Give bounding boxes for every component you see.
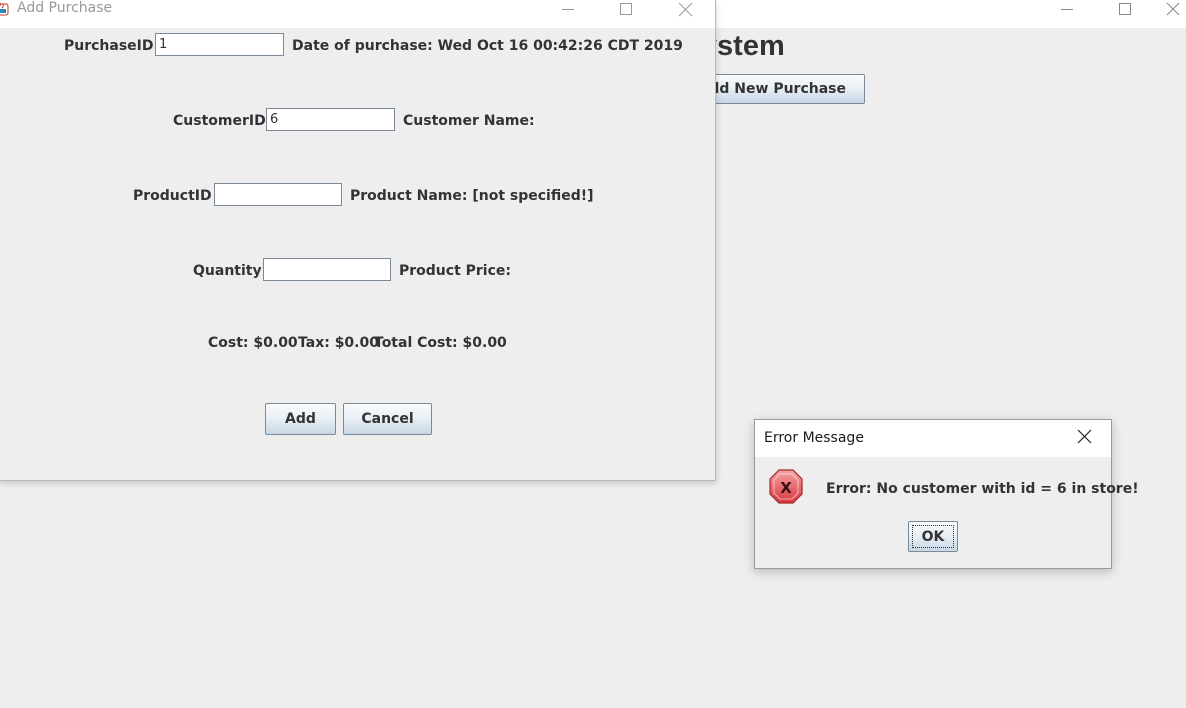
close-icon: [678, 2, 692, 16]
product-id-label: ProductID: [133, 188, 212, 204]
total-cost-label: Total Cost: $0.00: [374, 335, 507, 351]
error-dialog-title: Error Message: [764, 430, 864, 446]
error-dialog-titlebar: Error Message: [755, 420, 1111, 457]
quantity-label: Quantity: [193, 263, 262, 279]
ok-button[interactable]: OK: [908, 521, 958, 552]
date-of-purchase-label: Date of purchase: Wed Oct 16 00:42:26 CD…: [292, 38, 683, 54]
cancel-button[interactable]: Cancel: [343, 403, 432, 435]
quantity-field[interactable]: [263, 258, 391, 281]
main-minimize-button[interactable]: [1044, 0, 1090, 18]
product-price-label: Product Price:: [399, 263, 511, 279]
maximize-icon: [620, 3, 632, 15]
dialog-minimize-button[interactable]: [545, 0, 591, 18]
minimize-icon: [1061, 9, 1073, 10]
main-close-button[interactable]: [1160, 0, 1186, 18]
add-purchase-dialog: Add Purchase PurchaseID Date of purchase…: [0, 0, 716, 481]
close-icon[interactable]: [1077, 429, 1092, 444]
svg-text:X: X: [780, 479, 792, 497]
customer-name-label: Customer Name:: [403, 113, 535, 129]
purchase-id-field[interactable]: [155, 33, 284, 56]
add-purchase-title: Add Purchase: [17, 0, 113, 16]
product-name-label: Product Name: [not specified!]: [350, 188, 594, 204]
maximize-icon: [1119, 3, 1131, 15]
dialog-maximize-button[interactable]: [603, 0, 649, 18]
add-purchase-titlebar: Add Purchase: [0, 0, 715, 28]
customer-id-label: CustomerID: [173, 113, 266, 129]
add-new-purchase-button[interactable]: Add New Purchase: [690, 74, 865, 104]
error-dialog: Error Message X Error: No customer with …: [754, 419, 1139, 569]
main-maximize-button[interactable]: [1102, 0, 1148, 18]
dialog-close-button[interactable]: [662, 0, 708, 18]
error-x-icon: X: [769, 469, 803, 504]
add-button[interactable]: Add: [265, 403, 336, 435]
customer-id-field[interactable]: [266, 108, 395, 131]
close-icon: [1166, 2, 1180, 16]
cost-label: Cost: $0.00: [208, 335, 298, 351]
minimize-icon: [562, 9, 574, 10]
tax-label: Tax: $0.00: [298, 335, 379, 351]
product-id-field[interactable]: [214, 183, 342, 206]
purchase-id-label: PurchaseID: [64, 38, 154, 54]
java-app-icon: [0, 2, 9, 16]
error-message: Error: No customer with id = 6 in store!: [826, 481, 1139, 497]
